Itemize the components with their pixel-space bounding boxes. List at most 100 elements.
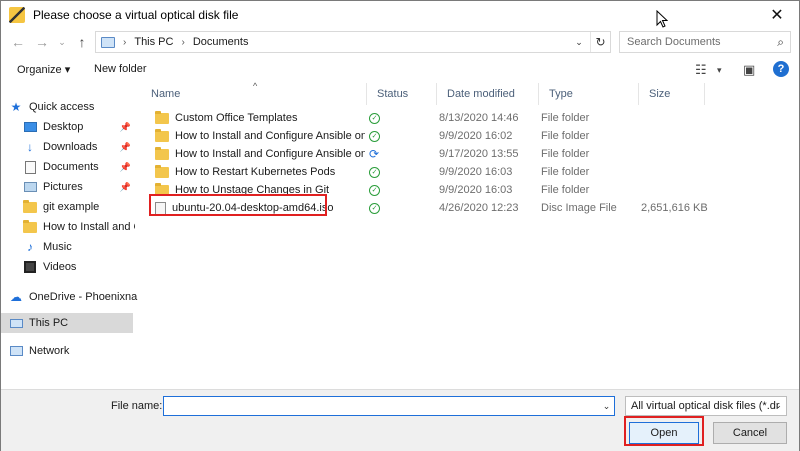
chevron-down-icon[interactable]: ⌄ bbox=[599, 397, 614, 415]
window-title: Please choose a virtual optical disk fil… bbox=[33, 8, 239, 22]
sidebar-item-label: Documents bbox=[43, 161, 99, 173]
search-icon[interactable]: ⌕ bbox=[777, 35, 784, 50]
file-type: File folder bbox=[541, 130, 590, 142]
file-date: 4/26/2020 12:23 bbox=[439, 202, 519, 214]
file-date: 8/13/2020 14:46 bbox=[439, 112, 519, 124]
folder-icon bbox=[155, 164, 169, 178]
pictures-icon bbox=[23, 180, 37, 194]
file-type-filter-select[interactable]: All virtual optical disk files (*.dr ⌄ bbox=[625, 396, 787, 416]
folder-icon bbox=[155, 146, 169, 160]
sidebar-item-label: Network bbox=[29, 345, 70, 357]
sidebar-item-label: Music bbox=[43, 241, 72, 253]
music-icon: ♪ bbox=[27, 240, 33, 254]
cloud-icon: ☁ bbox=[10, 290, 22, 304]
file-type: Disc Image File bbox=[541, 202, 617, 214]
file-name: How to Restart Kubernetes Pods bbox=[175, 166, 336, 178]
list-item[interactable]: Custom Office Templates ✓ 8/13/2020 14:4… bbox=[141, 109, 711, 127]
new-folder-button[interactable]: New folder bbox=[94, 63, 147, 75]
column-header-date[interactable]: Date modified bbox=[437, 83, 539, 105]
column-header-status[interactable]: Status bbox=[367, 83, 437, 105]
address-bar[interactable]: › This PC › Documents ⌄ ↻ bbox=[95, 31, 611, 53]
sidebar-item-desktop[interactable]: Desktop 📌 bbox=[23, 117, 135, 137]
breadcrumb-documents[interactable]: Documents bbox=[193, 36, 249, 48]
chevron-right-icon[interactable]: › bbox=[123, 37, 126, 48]
iso-highlight-annotation bbox=[149, 194, 327, 216]
file-size bbox=[641, 181, 731, 199]
sidebar-item-label: OneDrive - Phoenixna bbox=[29, 291, 138, 303]
file-name-input[interactable] bbox=[163, 396, 615, 416]
chevron-down-icon[interactable]: ⌄ bbox=[570, 32, 588, 52]
search-input[interactable]: Search Documents ⌕ bbox=[619, 31, 791, 53]
computer-icon bbox=[9, 316, 23, 330]
chevron-right-icon[interactable]: › bbox=[181, 37, 184, 48]
folder-icon bbox=[155, 110, 169, 124]
help-icon[interactable]: ? bbox=[773, 61, 789, 77]
sidebar-item-this-pc[interactable]: This PC bbox=[1, 313, 133, 333]
folder-icon bbox=[23, 199, 37, 214]
file-type: File folder bbox=[541, 148, 590, 160]
list-item[interactable]: How to Install and Configure Ansible on … bbox=[141, 145, 711, 163]
preview-pane-icon[interactable]: ▣ bbox=[743, 62, 755, 78]
file-size bbox=[641, 163, 731, 181]
sidebar-item-ansible-folder[interactable]: How to Install and C bbox=[23, 217, 135, 237]
file-name: How to Install and Configure Ansible on … bbox=[175, 148, 365, 160]
sidebar-item-documents[interactable]: Documents 📌 bbox=[23, 157, 135, 177]
file-date: 9/9/2020 16:03 bbox=[439, 166, 513, 178]
download-icon: ↓ bbox=[27, 140, 33, 154]
videos-icon bbox=[23, 260, 37, 274]
file-dialog-window: Please choose a virtual optical disk fil… bbox=[0, 0, 800, 451]
desktop-icon bbox=[23, 120, 37, 134]
sync-ok-icon: ✓ bbox=[369, 184, 380, 196]
close-button[interactable]: ✕ bbox=[755, 1, 799, 29]
pin-icon: 📌 bbox=[119, 141, 131, 152]
sync-ok-icon: ✓ bbox=[369, 166, 380, 178]
mouse-cursor-icon bbox=[656, 10, 668, 28]
file-size: 2,651,616 KB bbox=[641, 202, 708, 214]
sync-ok-icon: ✓ bbox=[369, 130, 380, 142]
command-bar: Organize ▾ New folder ☷ ▾ ▣ ? bbox=[1, 57, 799, 83]
sync-ok-icon: ✓ bbox=[369, 112, 380, 124]
address-row: ← → ⌄ ↑ › This PC › Documents ⌄ ↻ Search… bbox=[1, 29, 799, 55]
column-header-name[interactable]: Name bbox=[141, 83, 367, 105]
file-list: ^ Name Status Date modified Type Size Cu… bbox=[141, 81, 799, 388]
pin-icon: 📌 bbox=[119, 161, 131, 172]
sidebar-item-quick-access[interactable]: ★ Quick access bbox=[9, 97, 141, 117]
refresh-icon[interactable]: ↻ bbox=[590, 32, 610, 52]
list-item[interactable]: How to Install and Configure Ansible on … bbox=[141, 127, 711, 145]
title-bar: Please choose a virtual optical disk fil… bbox=[1, 1, 799, 29]
sidebar-item-downloads[interactable]: ↓ Downloads 📌 bbox=[23, 137, 135, 157]
file-date: 9/9/2020 16:02 bbox=[439, 130, 513, 142]
sidebar-item-videos[interactable]: Videos bbox=[23, 257, 135, 277]
file-type-filter-label: All virtual optical disk files (*.dr bbox=[631, 400, 780, 412]
navigation-pane: ★ Quick access Desktop 📌 ↓ Downloads 📌 D… bbox=[1, 89, 138, 389]
sync-ok-icon: ✓ bbox=[369, 202, 380, 214]
sidebar-item-network[interactable]: Network bbox=[9, 341, 141, 361]
column-header-size[interactable]: Size bbox=[639, 83, 705, 105]
file-date: 9/9/2020 16:03 bbox=[439, 184, 513, 196]
search-placeholder: Search Documents bbox=[627, 36, 721, 48]
organize-menu[interactable]: Organize ▾ bbox=[17, 63, 70, 76]
sidebar-item-music[interactable]: ♪ Music bbox=[23, 237, 135, 257]
cancel-button[interactable]: Cancel bbox=[713, 422, 787, 444]
list-item[interactable]: How to Restart Kubernetes Pods ✓ 9/9/202… bbox=[141, 163, 711, 181]
sidebar-item-pictures[interactable]: Pictures 📌 bbox=[23, 177, 135, 197]
up-arrow-icon[interactable]: ↑ bbox=[71, 31, 93, 53]
sidebar-item-label: How to Install and C bbox=[43, 221, 135, 233]
pin-icon: 📌 bbox=[119, 121, 131, 132]
this-pc-icon bbox=[101, 36, 115, 48]
sidebar-item-onedrive[interactable]: ☁ OneDrive - Phoenixna bbox=[9, 287, 141, 307]
file-type: File folder bbox=[541, 184, 590, 196]
breadcrumb-this-pc[interactable]: This PC bbox=[134, 36, 173, 48]
star-icon: ★ bbox=[10, 100, 22, 114]
chevron-down-icon[interactable]: ▾ bbox=[717, 65, 722, 76]
sidebar-item-label: This PC bbox=[29, 317, 69, 329]
sidebar-item-label: Quick access bbox=[29, 101, 95, 113]
forward-arrow-icon[interactable]: → bbox=[31, 31, 53, 53]
column-header-type[interactable]: Type bbox=[539, 83, 639, 105]
recent-dropdown-icon[interactable]: ⌄ bbox=[51, 31, 73, 53]
sidebar-item-label: Videos bbox=[43, 261, 77, 273]
view-options-icon[interactable]: ☷ bbox=[695, 62, 707, 78]
sidebar-item-git-example[interactable]: git example bbox=[23, 197, 135, 217]
back-arrow-icon[interactable]: ← bbox=[7, 31, 29, 53]
file-name: Custom Office Templates bbox=[175, 112, 298, 124]
